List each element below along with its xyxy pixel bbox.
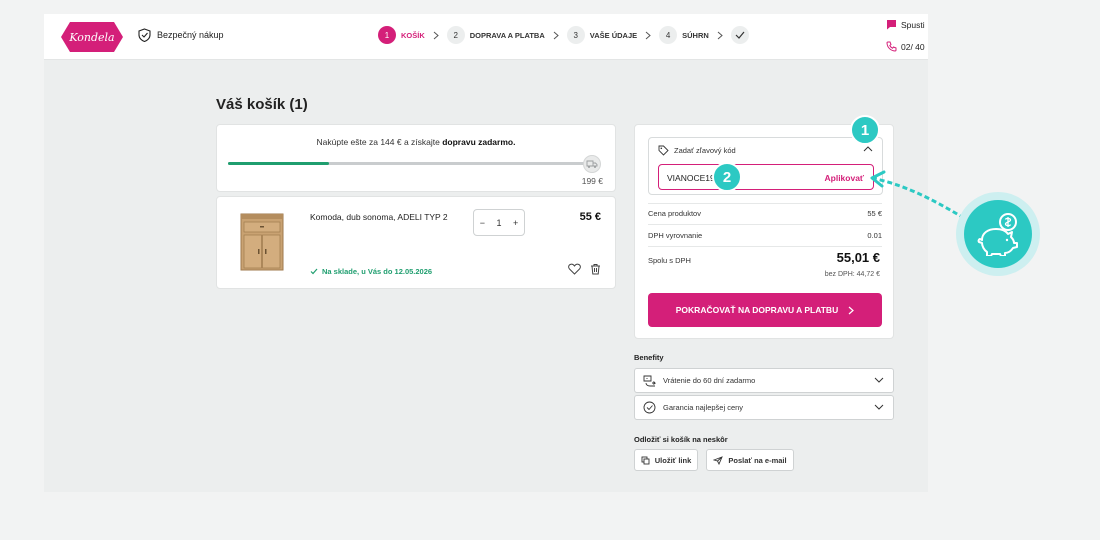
summary-label: DPH vyrovnanie bbox=[648, 231, 703, 240]
step-cart[interactable]: 1 Košík bbox=[378, 26, 425, 44]
summary-row: DPH vyrovnanie 0.01 bbox=[648, 231, 882, 240]
free-shipping-card: Nakúpte ešte za 144 € a získajte dopravu… bbox=[216, 124, 616, 192]
tag-icon bbox=[658, 145, 669, 156]
benefits-title: Benefity bbox=[634, 353, 664, 362]
coupon-section: Zadať zľavový kód VIANOCE19 Aplikovať bbox=[648, 137, 883, 195]
step-number: 1 bbox=[378, 26, 396, 44]
shield-check-icon bbox=[138, 28, 151, 42]
phone-number: 02/ 40 bbox=[901, 41, 925, 52]
step-label: Doprava a platba bbox=[469, 30, 545, 40]
quantity-value[interactable]: 1 bbox=[496, 218, 501, 228]
chevron-right-icon bbox=[717, 31, 723, 39]
step-shipping[interactable]: 2 Doprava a platba bbox=[446, 26, 545, 44]
benefit-label: Vrátenie do 60 dní zadarmo bbox=[663, 376, 756, 385]
save-link-button[interactable]: Uložiť link bbox=[634, 449, 698, 471]
item-actions bbox=[568, 263, 601, 275]
total-label: Spolu s DPH bbox=[648, 256, 691, 265]
save-cart-title: Odložiť si košík na neskôr bbox=[634, 435, 728, 444]
coupon-label: Zadať zľavový kód bbox=[674, 146, 736, 155]
vat-note: bez DPH: 44,72 € bbox=[824, 271, 880, 278]
summary-value: 0.01 bbox=[867, 231, 882, 240]
cart-item-card: Komoda, dub sonoma, ADELI TYP 2 − 1 + 55… bbox=[216, 196, 616, 289]
free-shipping-text: Nakúpte ešte za 144 € a získajte dopravu… bbox=[217, 137, 615, 147]
divider bbox=[648, 203, 882, 204]
summary-row: Cena produktov 55 € bbox=[648, 209, 882, 218]
pointer-arrow bbox=[870, 170, 965, 220]
page-title: Váš košík (1) bbox=[216, 96, 308, 113]
divider bbox=[648, 246, 882, 247]
chevron-right-icon bbox=[848, 306, 855, 314]
product-image[interactable] bbox=[235, 209, 289, 275]
minus-icon[interactable]: − bbox=[480, 218, 485, 228]
step-label: Vaše údaje bbox=[589, 30, 638, 40]
phone-icon bbox=[886, 41, 897, 52]
apply-coupon-button[interactable]: Aplikovať bbox=[825, 173, 865, 183]
item-price: 55 € bbox=[579, 211, 601, 223]
phone-link[interactable]: 02/ 40 bbox=[886, 41, 925, 52]
kondela-logo[interactable]: Kondela bbox=[60, 20, 124, 54]
checkmark-icon bbox=[735, 31, 745, 39]
coupon-input-value[interactable]: VIANOCE19 bbox=[667, 173, 715, 183]
checkout-steps: 1 Košík 2 Doprava a platba 3 Vaše údaje … bbox=[378, 26, 749, 44]
divider bbox=[648, 224, 882, 225]
step-number: 3 bbox=[566, 26, 585, 44]
step-details[interactable]: 3 Vaše údaje bbox=[566, 26, 638, 44]
piggy-bank-icon bbox=[964, 200, 1032, 268]
wishlist-heart-icon[interactable] bbox=[568, 263, 581, 275]
benefit-label: Garancia najlepšej ceny bbox=[663, 403, 744, 412]
logo-text: Kondela bbox=[68, 31, 114, 44]
plus-icon[interactable]: + bbox=[513, 218, 518, 228]
check-icon bbox=[310, 268, 318, 275]
shipping-progress-fill bbox=[228, 162, 329, 165]
chevron-right-icon bbox=[645, 31, 651, 39]
callout-step-2: 2 bbox=[712, 162, 742, 192]
quantity-stepper: − 1 + bbox=[473, 209, 525, 236]
chat-icon bbox=[887, 20, 896, 30]
step-number: 4 bbox=[659, 26, 678, 44]
coupon-toggle[interactable]: Zadať zľavový kód bbox=[658, 145, 736, 156]
badge-check-icon bbox=[643, 401, 656, 414]
free-shipping-threshold: 199 € bbox=[581, 176, 603, 186]
step-summary[interactable]: 4 Súhrn bbox=[659, 26, 709, 44]
callout-step-1: 1 bbox=[850, 115, 880, 145]
continue-to-shipping-button[interactable]: Pokračovať na dopravu a platbu bbox=[648, 293, 882, 327]
benefit-price-guarantee[interactable]: Garancia najlepšej ceny bbox=[634, 395, 894, 420]
step-number: 2 bbox=[446, 26, 465, 44]
summary-label: Cena produktov bbox=[648, 209, 701, 218]
continue-button-label: Pokračovať na dopravu a platbu bbox=[675, 305, 839, 315]
shipping-progress-bar bbox=[228, 162, 588, 165]
benefit-returns[interactable]: Vrátenie do 60 dní zadarmo bbox=[634, 368, 894, 393]
step-label: Súhrn bbox=[682, 30, 709, 40]
save-link-label: Uložiť link bbox=[654, 455, 692, 465]
send-icon bbox=[713, 455, 724, 465]
send-email-button[interactable]: Poslať na e-mail bbox=[706, 449, 794, 471]
product-name[interactable]: Komoda, dub sonoma, ADELI TYP 2 bbox=[310, 212, 448, 222]
send-email-label: Poslať na e-mail bbox=[728, 455, 787, 465]
trash-icon[interactable] bbox=[590, 263, 601, 275]
chevron-right-icon bbox=[433, 31, 439, 39]
chevron-down-icon bbox=[874, 377, 884, 383]
return-box-icon bbox=[643, 375, 656, 386]
step-label: Košík bbox=[401, 30, 425, 40]
stock-status: Na sklade, u Vás do 12.05.2026 bbox=[310, 267, 432, 276]
truck-icon bbox=[583, 155, 601, 173]
chevron-up-icon[interactable] bbox=[863, 146, 873, 152]
secure-label: Bezpečný nákup bbox=[157, 30, 224, 40]
chevron-down-icon bbox=[874, 404, 884, 410]
free-shipping-bold: dopravu zadarmo. bbox=[442, 137, 516, 147]
secure-purchase: Bezpečný nákup bbox=[138, 28, 224, 42]
shop-window: Kondela Bezpečný nákup 1 Košík 2 Doprava… bbox=[44, 14, 928, 492]
step-complete bbox=[730, 26, 749, 44]
top-bar: Kondela Bezpečný nákup 1 Košík 2 Doprava… bbox=[44, 14, 928, 60]
chat-label: Spusti bbox=[901, 19, 925, 30]
stock-text: Na sklade, u Vás do 12.05.2026 bbox=[322, 267, 433, 276]
free-shipping-prefix: Nakúpte ešte za 144 € a získajte bbox=[316, 137, 440, 147]
total-value: 55,01 € bbox=[836, 250, 880, 265]
chevron-right-icon bbox=[553, 31, 559, 39]
order-summary-card: Zadať zľavový kód VIANOCE19 Aplikovať Ce… bbox=[634, 124, 894, 339]
copy-icon bbox=[641, 456, 650, 464]
chat-link[interactable]: Spusti bbox=[886, 19, 925, 30]
coupon-field[interactable]: VIANOCE19 Aplikovať bbox=[658, 164, 874, 190]
